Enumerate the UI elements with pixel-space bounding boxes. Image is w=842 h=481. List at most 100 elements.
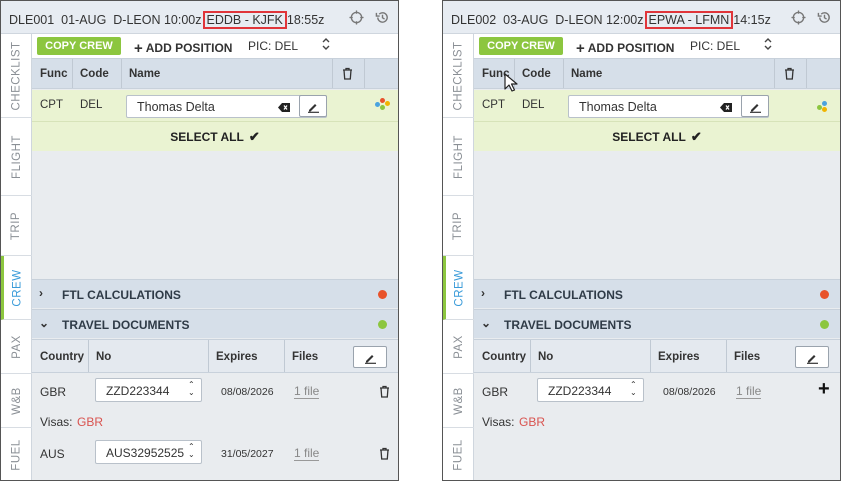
- col-country[interactable]: Country: [482, 351, 526, 363]
- stepper-icon[interactable]: ⌃ ⌄: [630, 381, 637, 397]
- col-no[interactable]: No: [538, 351, 553, 363]
- trash-icon[interactable]: [784, 67, 795, 80]
- tab-flight[interactable]: FLIGHT: [443, 118, 474, 196]
- docs-status-dot: [378, 320, 387, 329]
- pencil-icon: [308, 104, 319, 113]
- tab-flight[interactable]: FLIGHT: [1, 118, 32, 196]
- tab-wb[interactable]: W&B: [443, 374, 474, 428]
- check-icon: ✔: [690, 128, 702, 144]
- crew-name-input[interactable]: Thomas Delta: [126, 95, 327, 118]
- chevron-down-icon: ⌄: [481, 316, 492, 330]
- pic-selector[interactable]: PIC: DEL: [248, 39, 298, 53]
- stepper-icon[interactable]: ⌃ ⌄: [188, 381, 195, 397]
- crosshair-icon[interactable]: [791, 10, 806, 25]
- add-position-button[interactable]: + ADD POSITION: [134, 39, 232, 57]
- history-icon[interactable]: [375, 10, 390, 25]
- clear-input-icon[interactable]: [720, 103, 732, 112]
- edit-documents-button[interactable]: [353, 346, 387, 368]
- pic-selector[interactable]: PIC: DEL: [690, 39, 740, 53]
- ftl-calculations-section[interactable]: › FTL CALCULATIONS: [474, 279, 840, 308]
- col-expires[interactable]: Expires: [216, 351, 258, 363]
- flight-panel-right: DLE002 03-AUG D-LEON 12:00z EPWA - LFMN 14…: [442, 0, 841, 481]
- doc-country: GBR: [482, 385, 509, 399]
- edit-crew-button[interactable]: [741, 95, 769, 117]
- side-tabs: CHECKLIST FLIGHT TRIP CREW PAX W&B FUEL: [443, 34, 474, 480]
- col-code[interactable]: Code: [80, 68, 109, 80]
- pencil-icon: [365, 355, 376, 364]
- chevron-down-icon: ⌄: [39, 316, 50, 330]
- tab-crew[interactable]: CREW: [443, 256, 474, 320]
- document-row: GBR ZZD223344 ⌃ ⌄ 08/08/2026 1 file: [32, 374, 398, 407]
- tab-pax[interactable]: PAX: [1, 320, 32, 374]
- visas-value[interactable]: GBR: [77, 415, 103, 429]
- tab-fuel[interactable]: FUEL: [443, 428, 474, 480]
- doc-number-input[interactable]: ZZD223344: [95, 378, 202, 402]
- tab-pax[interactable]: PAX: [443, 320, 474, 374]
- add-document-icon[interactable]: +: [818, 378, 830, 401]
- copy-crew-button[interactable]: COPY CREW: [37, 37, 121, 55]
- edit-documents-button[interactable]: [795, 346, 829, 368]
- col-files[interactable]: Files: [734, 351, 760, 363]
- col-code[interactable]: Code: [522, 68, 551, 80]
- plus-icon: +: [576, 40, 585, 57]
- flight-panel-left: DLE001 01-AUG D-LEON 10:00z EDDB - KJFK 18…: [0, 0, 399, 481]
- clear-input-icon[interactable]: [278, 103, 290, 112]
- history-icon[interactable]: [817, 10, 832, 25]
- select-all-button[interactable]: SELECT ALL ✔: [32, 121, 398, 151]
- stepper-icon[interactable]: ⌃ ⌄: [188, 443, 195, 459]
- sort-toggle-icon[interactable]: [764, 37, 772, 54]
- crew-name-input[interactable]: Thomas Delta: [568, 95, 769, 118]
- edit-crew-button[interactable]: [299, 95, 327, 117]
- flight-id: DLE002: [451, 13, 497, 27]
- doc-files-link[interactable]: 1 file: [294, 385, 320, 399]
- add-position-button[interactable]: + ADD POSITION: [576, 39, 674, 57]
- trash-icon[interactable]: [342, 67, 353, 80]
- sort-toggle-icon[interactable]: [322, 37, 330, 54]
- tab-fuel[interactable]: FUEL: [1, 428, 32, 480]
- ftl-calculations-section[interactable]: › FTL CALCULATIONS: [32, 279, 398, 308]
- crew-table-header: Func Code Name: [32, 58, 398, 89]
- visas-label: Visas:: [482, 415, 515, 429]
- route-highlight: EPWA - LFMN: [644, 11, 734, 29]
- document-row: GBR ZZD223344 ⌃ ⌄ 08/08/2026 1 file +: [474, 374, 840, 407]
- col-no[interactable]: No: [96, 351, 111, 363]
- doc-files-link[interactable]: 1 file: [294, 447, 320, 461]
- col-files[interactable]: Files: [292, 351, 318, 363]
- col-name[interactable]: Name: [129, 68, 160, 80]
- doc-number-input[interactable]: AUS32952525: [95, 440, 202, 464]
- crosshair-icon[interactable]: [349, 10, 364, 25]
- pencil-icon: [807, 355, 818, 364]
- travel-documents-section[interactable]: ⌄ TRAVEL DOCUMENTS: [32, 309, 398, 338]
- copy-crew-button[interactable]: COPY CREW: [479, 37, 563, 55]
- doc-number-input[interactable]: ZZD223344: [537, 378, 644, 402]
- tab-checklist[interactable]: CHECKLIST: [1, 34, 32, 118]
- col-func[interactable]: Func: [40, 68, 67, 80]
- tab-crew[interactable]: CREW: [1, 256, 32, 320]
- departure-time: 10:00z: [163, 13, 202, 27]
- aircraft-reg: D-LEON: [555, 13, 603, 27]
- crew-func: CPT: [482, 99, 505, 111]
- trash-icon[interactable]: [379, 385, 390, 398]
- travel-documents-section[interactable]: ⌄ TRAVEL DOCUMENTS: [474, 309, 840, 338]
- visas-row: Visas: GBR: [32, 410, 398, 432]
- tab-wb[interactable]: W&B: [1, 374, 32, 428]
- trash-icon[interactable]: [379, 447, 390, 460]
- route-highlight: EDDB - KJFK: [202, 11, 287, 29]
- crew-func: CPT: [40, 99, 63, 111]
- doc-country: GBR: [40, 385, 67, 399]
- col-name[interactable]: Name: [571, 68, 602, 80]
- tab-trip[interactable]: TRIP: [1, 196, 32, 256]
- ftl-status-dot: [378, 290, 387, 299]
- crew-content: COPY CREW + ADD POSITION PIC: DEL Func Co…: [32, 34, 398, 480]
- aircraft-reg: D-LEON: [113, 13, 161, 27]
- side-tabs: CHECKLIST FLIGHT TRIP CREW PAX W&B FUEL: [1, 34, 32, 480]
- tab-checklist[interactable]: CHECKLIST: [443, 34, 474, 118]
- col-country[interactable]: Country: [40, 351, 84, 363]
- doc-expires: 08/08/2026: [663, 386, 716, 398]
- tab-trip[interactable]: TRIP: [443, 196, 474, 256]
- select-all-button[interactable]: SELECT ALL ✔: [474, 121, 840, 151]
- col-expires[interactable]: Expires: [658, 351, 700, 363]
- visas-value[interactable]: GBR: [519, 415, 545, 429]
- crew-action-bar: COPY CREW + ADD POSITION PIC: DEL: [474, 34, 840, 58]
- doc-files-link[interactable]: 1 file: [736, 385, 762, 399]
